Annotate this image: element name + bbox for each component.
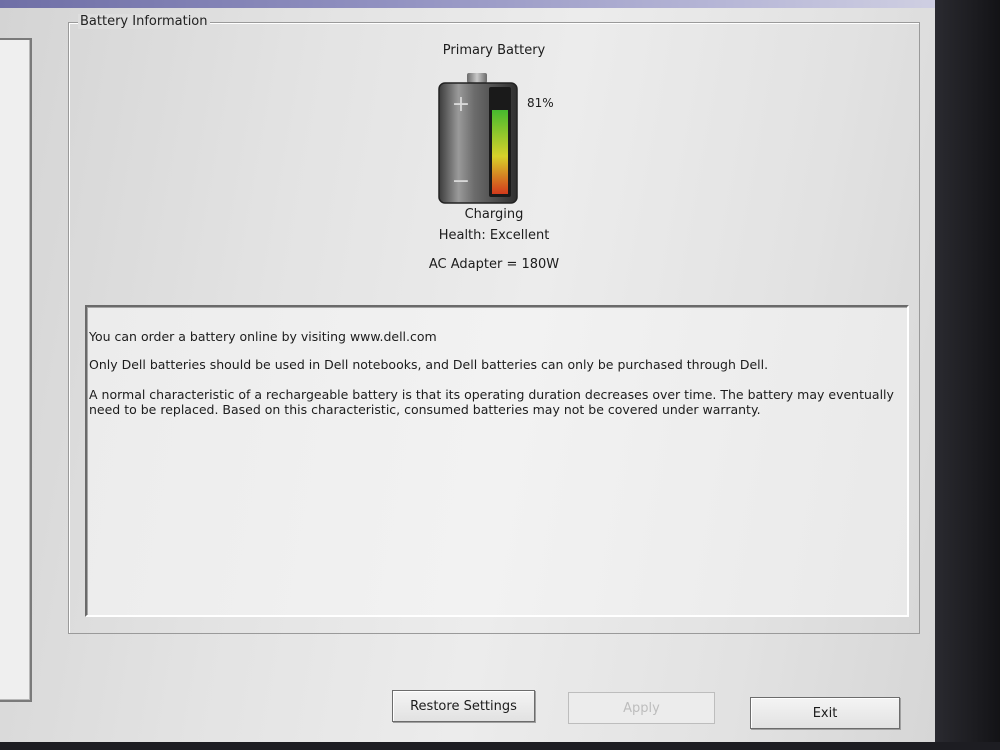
dell-batteries-text: Only Dell batteries should be used in De…	[89, 357, 769, 372]
battery-information-group: Battery Information Primary Battery + − …	[68, 14, 920, 634]
charging-status: Charging	[464, 207, 524, 222]
group-title: Battery Information	[78, 14, 210, 29]
screen-bezel-right	[935, 0, 1000, 750]
apply-button[interactable]: Apply	[568, 692, 715, 724]
navigation-panel[interactable]	[0, 38, 32, 702]
screen: Battery Information Primary Battery + − …	[0, 0, 935, 750]
plus-sign: +	[452, 92, 470, 117]
order-battery-text: You can order a battery online by visiti…	[89, 329, 437, 344]
battery-health: Health: Excellent	[438, 228, 550, 243]
window-title-bar	[0, 0, 935, 8]
warranty-text: A normal characteristic of a rechargeabl…	[89, 387, 894, 417]
exit-button[interactable]: Exit	[750, 697, 900, 729]
battery-info-textbox[interactable]: You can order a battery online by visiti…	[85, 305, 909, 617]
restore-settings-button[interactable]: Restore Settings	[392, 690, 535, 722]
ac-adapter-rating: AC Adapter = 180W	[428, 257, 560, 272]
screen-bezel-bottom	[0, 742, 1000, 750]
minus-sign: −	[452, 169, 470, 194]
charge-percent: 81%	[527, 96, 554, 110]
battery-icon: + −	[431, 71, 523, 205]
primary-battery-title: Primary Battery	[442, 43, 546, 58]
